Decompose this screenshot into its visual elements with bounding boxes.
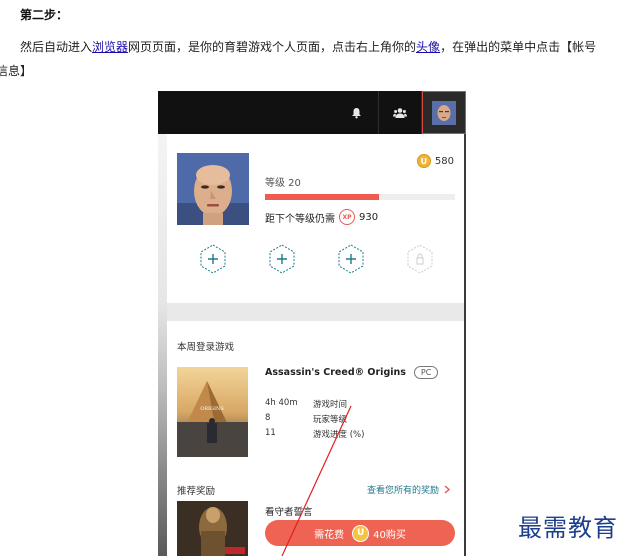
watermark: 最需教育 [518, 514, 618, 542]
game-title: Assassin's Creed® Origins PC [265, 366, 439, 379]
top-bar [158, 91, 466, 134]
background-strip [158, 134, 167, 556]
avatar-link[interactable]: 头像 [416, 40, 440, 54]
game-name: Assassin's Creed® Origins [265, 367, 406, 378]
view-all-rewards-label: 查看您所有的奖励 [366, 486, 439, 496]
xp-remaining-value: 930 [359, 211, 379, 223]
avatar [432, 100, 456, 125]
coin-balance: U 580 [416, 154, 454, 168]
xp-remaining-label: 距下个等级仍需 [265, 213, 335, 225]
reward-title: 看守者誓言 [265, 507, 313, 518]
xp-icon: XP [339, 209, 355, 225]
weekly-games-title: 本周登录游戏 [177, 342, 235, 353]
instruction-text: ，在弹出的菜单中点击【帐号 [440, 40, 597, 54]
xp-progress-bar [265, 194, 455, 200]
buy-reward-button[interactable]: 需花费 U 40购买 [265, 520, 455, 546]
coin-count: 580 [434, 155, 454, 167]
stat-row: 4h 40m 游戏时间 [265, 398, 347, 410]
section-divider [167, 303, 464, 321]
browser-link[interactable]: 浏览器 [92, 40, 128, 54]
profile-card: U 580 等级 20 距下个等级仍需 XP 930 [167, 134, 464, 303]
chevron-right-icon [444, 485, 451, 494]
stat-value: 11 [265, 428, 276, 438]
game-cover[interactable]: ORIGINS [177, 367, 248, 457]
stat-label: 玩家等级 [313, 415, 348, 425]
view-all-rewards-link[interactable]: 查看您所有的奖励 [367, 483, 451, 496]
locked-slot-icon [407, 244, 433, 274]
buy-label: 需花费 [314, 529, 345, 541]
reward-image[interactable] [177, 501, 248, 556]
stat-row: 11 游戏进度 (%) [265, 428, 364, 440]
ubisoft-coin-icon: U [352, 524, 370, 542]
level-label: 等级 20 [265, 178, 301, 189]
friends-icon[interactable] [378, 91, 422, 134]
profile-menu: U 580 等级 20 距下个等级仍需 XP 930 本周登录游戏 ORIGIN… [167, 134, 464, 556]
cover-logo-text: ORIGINS [200, 406, 224, 412]
instruction-text: 网页页面，是你的育碧游戏个人页面，点击右上角你的 [128, 40, 417, 54]
add-slot-icon[interactable] [269, 244, 295, 274]
stat-row: 8 玩家等级 [265, 413, 347, 425]
embedded-screenshot: U 580 等级 20 距下个等级仍需 XP 930 本周登录游戏 ORIGIN… [158, 91, 466, 556]
stat-label: 游戏进度 (%) [313, 430, 365, 440]
instruction-line: 然后自动进入浏览器网页页面，是你的育碧游戏个人页面，点击右上角你的头像，在弹出的… [20, 38, 596, 55]
stat-value: 4h 40m [265, 398, 298, 408]
step-title: 第二步： [20, 8, 69, 22]
buy-price: 40购买 [373, 529, 406, 541]
xp-progress-fill [265, 194, 379, 200]
stat-label: 游戏时间 [313, 400, 348, 410]
xp-remaining: 距下个等级仍需 XP 930 [265, 209, 378, 225]
rewards-title: 推荐奖励 [177, 486, 216, 497]
avatar-button[interactable] [422, 91, 466, 134]
bell-icon[interactable] [334, 91, 378, 134]
instruction-line-2: 信息】 [0, 64, 33, 78]
add-slot-icon[interactable] [338, 244, 364, 274]
ubisoft-coin-icon: U [416, 154, 431, 168]
add-slot-icon[interactable] [200, 244, 226, 274]
background-strip [464, 134, 466, 556]
platform-badge: PC [413, 366, 439, 379]
profile-avatar [177, 153, 249, 225]
instruction-text: 然后自动进入 [20, 40, 93, 54]
stat-value: 8 [265, 413, 271, 423]
